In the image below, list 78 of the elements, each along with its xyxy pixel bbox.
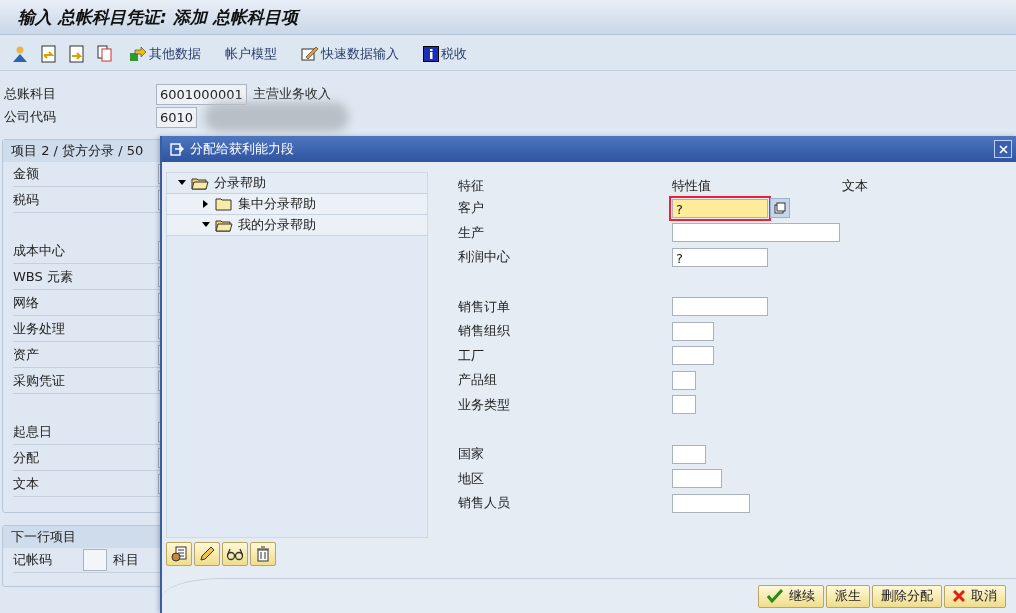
input-field[interactable]: ? — [672, 247, 768, 267]
glasses-button[interactable] — [222, 542, 248, 566]
toolbar-button[interactable]: 帐户模型 — [222, 43, 280, 65]
dialog-button[interactable]: 派生 — [826, 584, 870, 608]
toolbar-button[interactable]: 其他数据 — [126, 43, 204, 65]
field-label: 生产 — [458, 223, 485, 242]
trash-icon — [256, 546, 270, 562]
field-label: 文本 — [13, 475, 40, 493]
tree-item[interactable]: 分录帮助 — [214, 174, 266, 192]
column-header: 文本 — [842, 177, 868, 195]
column-header: 特性值 — [672, 177, 712, 195]
field-label: 国家 — [458, 445, 485, 464]
field-label: 采购凭证 — [13, 372, 66, 390]
input-field[interactable] — [672, 297, 768, 317]
collapse-icon[interactable] — [177, 180, 186, 186]
toolbar-button[interactable]: 快速数据输入 — [298, 43, 402, 65]
edit-icon — [301, 46, 319, 62]
field-label: 客户 — [458, 199, 485, 218]
field-label: 金额 — [13, 165, 40, 183]
copy-icon — [774, 202, 786, 215]
info-icon — [423, 46, 439, 62]
toolbar-button[interactable]: 税收 — [420, 43, 470, 65]
input-field[interactable] — [672, 321, 714, 341]
dialog-button[interactable]: 删除分配 — [872, 584, 942, 608]
document-button[interactable] — [166, 542, 192, 566]
field-label: 销售人员 — [458, 494, 511, 513]
input-field[interactable] — [672, 223, 840, 243]
pencil-icon — [199, 546, 215, 562]
check-icon — [767, 589, 783, 603]
folder-icon — [215, 197, 233, 211]
field-label: 利润中心 — [458, 248, 511, 267]
field-label: 起息日 — [13, 423, 53, 441]
input-field[interactable] — [672, 444, 706, 464]
field-label: 销售订单 — [458, 297, 511, 316]
folder-icon — [215, 218, 233, 232]
trash-button[interactable] — [250, 542, 276, 566]
collapse-icon[interactable] — [201, 222, 210, 228]
close-icon — [998, 144, 1008, 154]
input-field[interactable] — [672, 493, 750, 513]
field-label: 税码 — [13, 191, 40, 209]
field-label: 资产 — [13, 346, 40, 364]
field-label: 业务类型 — [458, 395, 511, 414]
account-description: 主营业务收入 — [252, 85, 331, 103]
field-label: 产品组 — [458, 371, 498, 390]
input-field[interactable]: 6010 — [156, 106, 198, 128]
cancel-icon — [953, 590, 965, 602]
pencil-button[interactable] — [194, 542, 220, 566]
input-field[interactable] — [672, 370, 696, 390]
field-label: 公司代码 — [4, 108, 57, 126]
field-label: 成本中心 — [13, 242, 66, 260]
input-field[interactable]: 6001000001 — [156, 83, 247, 105]
field-label: WBS 元素 — [13, 268, 74, 286]
close-button[interactable] — [994, 140, 1012, 158]
folder-icon — [191, 176, 209, 190]
input-field[interactable] — [672, 395, 696, 415]
value-help-button[interactable] — [770, 198, 790, 219]
expand-icon[interactable] — [201, 200, 210, 208]
field-label: 分配 — [13, 449, 40, 467]
field-label: 记帐码 — [13, 551, 53, 569]
glasses-icon — [226, 547, 244, 561]
window-icon — [170, 142, 184, 156]
field-label: 科目 — [113, 551, 139, 569]
field-label: 销售组织 — [458, 322, 511, 341]
input-field[interactable] — [83, 549, 107, 571]
field-label: 网络 — [13, 294, 40, 312]
column-header: 特征 — [458, 177, 485, 195]
dialog-button[interactable]: 继续 — [758, 584, 824, 608]
input-field[interactable] — [672, 346, 714, 366]
field-label: 业务处理 — [13, 320, 66, 338]
arrow-icon — [129, 46, 147, 62]
field-label: 地区 — [458, 469, 485, 488]
input-field[interactable] — [672, 469, 722, 489]
field-label: 总账科目 — [4, 85, 57, 103]
field-label: 工厂 — [458, 346, 485, 365]
document-icon — [171, 546, 187, 562]
dialog-title: 分配给获利能力段 — [190, 140, 295, 158]
dialog-button[interactable]: 取消 — [944, 584, 1006, 608]
input-field[interactable]: ? — [672, 198, 768, 218]
